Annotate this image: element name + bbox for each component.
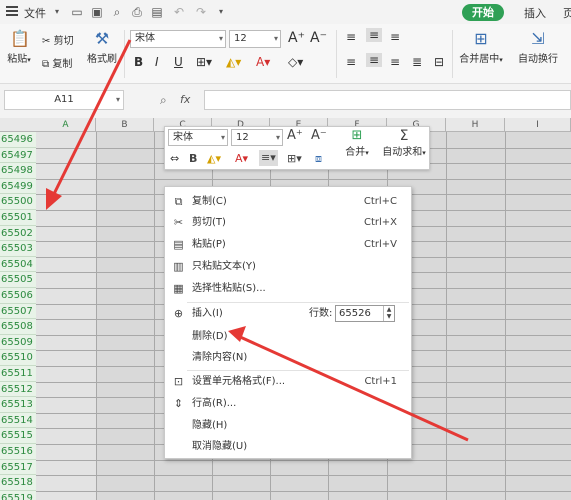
spreadsheet-app: 文件 ▾ ▭ ▣ ⌕ ⎙ ▤ ↶ ↷ ▾ 开始 插入 页 📋 粘贴▾ ✂ 剪切 … — [0, 0, 571, 500]
annotation-arrows — [46, 39, 469, 442]
red-arrow-to-cell — [46, 39, 132, 210]
red-arrow-to-delete — [228, 326, 469, 442]
